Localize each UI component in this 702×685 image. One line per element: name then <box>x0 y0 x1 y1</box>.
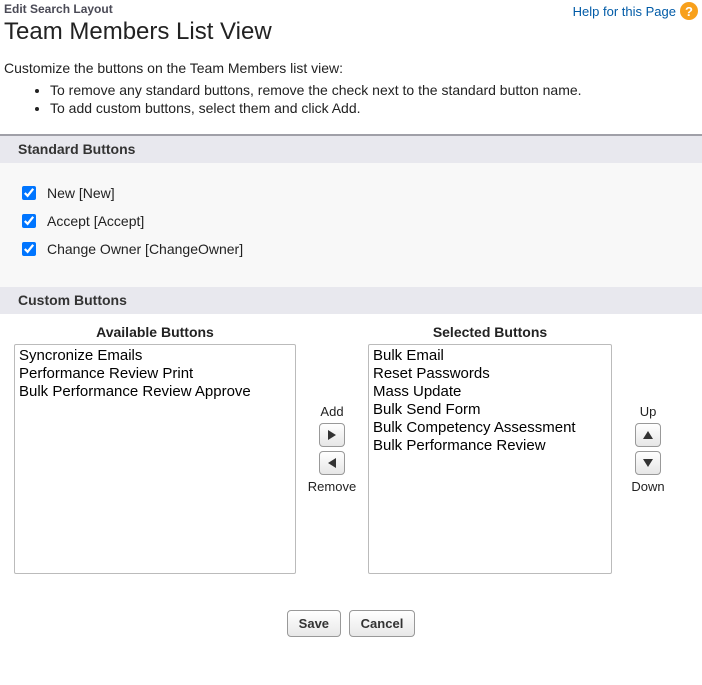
selected-buttons-title: Selected Buttons <box>433 324 547 340</box>
cancel-button[interactable]: Cancel <box>349 610 416 637</box>
save-button[interactable]: Save <box>287 610 341 637</box>
down-label: Down <box>631 479 664 494</box>
standard-button-row[interactable]: New [New] <box>18 183 684 203</box>
arrow-right-icon <box>328 430 336 440</box>
standard-button-row[interactable]: Accept [Accept] <box>18 211 684 231</box>
list-item[interactable]: Performance Review Print <box>17 365 293 383</box>
help-link[interactable]: Help for this Page ? <box>573 0 698 20</box>
standard-button-checkbox-change-owner[interactable] <box>22 242 36 256</box>
standard-button-label: Change Owner [ChangeOwner] <box>47 241 243 257</box>
add-label: Add <box>320 404 343 419</box>
available-buttons-title: Available Buttons <box>96 324 214 340</box>
selected-buttons-list[interactable]: Bulk Email Reset Passwords Mass Update B… <box>368 344 612 574</box>
list-item[interactable]: Mass Update <box>371 383 609 401</box>
remove-button[interactable] <box>319 451 345 475</box>
arrow-down-icon <box>643 459 653 467</box>
intro-bullets: To remove any standard buttons, remove t… <box>4 82 702 116</box>
list-item[interactable]: Bulk Performance Review Approve <box>17 383 293 401</box>
list-item[interactable]: Syncronize Emails <box>17 347 293 365</box>
list-item[interactable]: Bulk Send Form <box>371 401 609 419</box>
custom-buttons-header: Custom Buttons <box>0 287 702 314</box>
standard-buttons-header: Standard Buttons <box>0 136 702 163</box>
list-item[interactable]: Bulk Performance Review <box>371 437 609 455</box>
intro-bullet: To remove any standard buttons, remove t… <box>50 82 702 98</box>
up-label: Up <box>640 404 657 419</box>
standard-button-checkbox-accept[interactable] <box>22 214 36 228</box>
list-item[interactable]: Reset Passwords <box>371 365 609 383</box>
remove-label: Remove <box>308 479 356 494</box>
arrow-left-icon <box>328 458 336 468</box>
list-item[interactable]: Bulk Email <box>371 347 609 365</box>
down-button[interactable] <box>635 451 661 475</box>
standard-button-checkbox-new[interactable] <box>22 186 36 200</box>
help-icon: ? <box>680 2 698 20</box>
help-link-label: Help for this Page <box>573 4 676 19</box>
intro-bullet: To add custom buttons, select them and c… <box>50 100 702 116</box>
list-item[interactable]: Bulk Competency Assessment <box>371 419 609 437</box>
up-button[interactable] <box>635 423 661 447</box>
page-overline: Edit Search Layout <box>4 0 573 16</box>
available-buttons-list[interactable]: Syncronize Emails Performance Review Pri… <box>14 344 296 574</box>
add-button[interactable] <box>319 423 345 447</box>
intro-text: Customize the buttons on the Team Member… <box>4 60 702 76</box>
standard-button-label: Accept [Accept] <box>47 213 144 229</box>
arrow-up-icon <box>643 431 653 439</box>
standard-button-row[interactable]: Change Owner [ChangeOwner] <box>18 239 684 259</box>
standard-button-label: New [New] <box>47 185 115 201</box>
page-title: Team Members List View <box>4 18 573 46</box>
